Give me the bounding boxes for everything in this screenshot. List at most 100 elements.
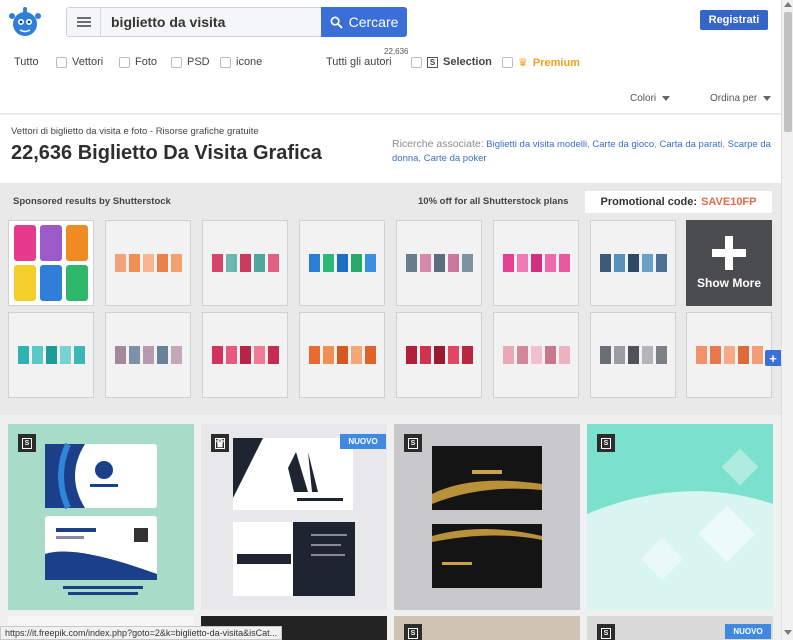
shutterstock-badge: S <box>404 434 422 452</box>
filter-photos[interactable]: Foto <box>119 56 157 68</box>
checkbox[interactable] <box>56 56 67 68</box>
sponsored-thumb[interactable] <box>202 312 288 398</box>
colors-dropdown[interactable]: Colori <box>630 93 671 104</box>
thumb-image <box>494 252 578 274</box>
result-card[interactable]: S <box>587 424 773 610</box>
filter-selection[interactable]: S Selection <box>411 56 492 68</box>
result-card[interactable]: S <box>8 424 194 610</box>
sponsored-thumb[interactable] <box>493 220 579 306</box>
show-more-label: Show More <box>696 276 761 290</box>
sponsored-thumb[interactable] <box>105 220 191 306</box>
sponsored-thumb[interactable] <box>8 220 94 306</box>
result-count-badge: 22,636 <box>384 47 409 56</box>
sponsored-thumb[interactable] <box>8 312 94 398</box>
checkbox[interactable] <box>119 56 130 68</box>
thumb-image <box>591 344 675 366</box>
search-input[interactable] <box>103 8 319 36</box>
related-searches: Ricerche associate: Biglietti da visita … <box>392 138 771 164</box>
result-card[interactable]: S <box>394 424 580 610</box>
thumb-image <box>687 344 771 366</box>
filter-bar: Tutto Vettori Foto PSD icone Tutti gli a… <box>0 44 781 114</box>
search-box: Cercare <box>66 7 407 37</box>
related-link[interactable]: Carte da gioco <box>592 139 654 150</box>
shutterstock-icon: S <box>601 437 611 449</box>
sponsored-thumb[interactable] <box>590 312 676 398</box>
scroll-up-arrow-icon[interactable] <box>784 2 792 7</box>
thumb-image <box>14 225 88 301</box>
filter-premium[interactable]: ♛ Premium <box>502 56 580 69</box>
thumb-image <box>203 252 287 274</box>
checkbox[interactable] <box>411 56 422 68</box>
checkbox[interactable] <box>220 56 231 68</box>
plus-icon <box>712 236 746 270</box>
result-card[interactable]: ♛ NUOVO <box>201 424 387 610</box>
sort-dropdown[interactable]: Ordina per <box>710 93 772 104</box>
thumb-image <box>106 344 190 366</box>
thumb-image <box>106 252 190 274</box>
search-button[interactable]: Cercare <box>321 7 407 37</box>
sponsored-thumb[interactable] <box>686 312 772 398</box>
sponsored-offer: 10% off for all Shutterstock plans <box>418 196 569 207</box>
sponsored-thumb[interactable] <box>202 220 288 306</box>
promo-box[interactable]: Promotional code: SAVE10FP <box>585 191 772 213</box>
sponsored-label: Sponsored results by Shutterstock <box>13 196 171 207</box>
thumb-image <box>591 252 675 274</box>
filter-photos-label: Foto <box>135 56 158 68</box>
promo-code: SAVE10FP <box>701 196 757 208</box>
filter-psd[interactable]: PSD <box>171 56 210 68</box>
menu-button[interactable] <box>67 8 101 36</box>
sponsored-thumb[interactable] <box>396 312 482 398</box>
thumb-image <box>300 252 384 274</box>
page-subtitle: Vettori di biglietto da visita e foto - … <box>11 126 259 137</box>
thumb-image <box>9 344 93 366</box>
result-card[interactable]: S NUOVO <box>587 616 773 640</box>
promo-label: Promotional code: <box>600 196 698 208</box>
sponsored-thumb[interactable] <box>396 220 482 306</box>
search-icon <box>330 16 343 29</box>
register-button[interactable]: Registrati <box>700 10 768 30</box>
scroll-thumb[interactable] <box>784 12 792 132</box>
hamburger-icon <box>76 21 91 23</box>
result-card[interactable]: S <box>394 616 580 640</box>
title-section: Vettori di biglietto da visita e foto - … <box>0 115 781 183</box>
shutterstock-badge: S <box>597 434 615 452</box>
premium-badge: ♛ <box>211 434 229 452</box>
filter-selection-label: Selection <box>443 56 492 68</box>
sponsored-thumb[interactable] <box>299 220 385 306</box>
freepik-logo[interactable] <box>8 5 42 37</box>
checkbox[interactable] <box>171 56 182 68</box>
thumb-image <box>300 344 384 366</box>
sponsored-thumb[interactable] <box>493 312 579 398</box>
related-link[interactable]: Carte da poker <box>424 153 487 164</box>
shutterstock-icon: S <box>408 627 418 639</box>
shutterstock-badge: S <box>18 434 36 452</box>
show-more-button[interactable]: Show More <box>686 220 772 306</box>
related-link[interactable]: Biglietti da visita modelli <box>486 139 587 150</box>
crown-icon: ♛ <box>215 437 225 450</box>
chevron-down-icon <box>763 96 772 101</box>
sponsored-thumb[interactable] <box>105 312 191 398</box>
thumb-image <box>397 344 481 366</box>
filter-all[interactable]: Tutto <box>14 56 39 68</box>
status-bar-url: https://it.freepik.com/index.php?goto=2&… <box>0 626 283 640</box>
filter-all-authors[interactable]: Tutti gli autori <box>326 56 392 68</box>
sponsored-thumb[interactable] <box>590 220 676 306</box>
page-title: 22,636 Biglietto Da Visita Grafica <box>11 142 322 164</box>
checkbox[interactable] <box>502 57 513 68</box>
shutterstock-icon: S <box>22 437 32 449</box>
crown-icon: ♛ <box>518 57 528 69</box>
side-plus-button[interactable]: + <box>765 350 781 366</box>
new-badge: NUOVO <box>340 434 386 449</box>
filter-vectors[interactable]: Vettori <box>56 56 103 68</box>
filter-vectors-label: Vettori <box>72 56 104 68</box>
vertical-scrollbar[interactable] <box>781 0 793 640</box>
related-link[interactable]: Carta da parati <box>659 139 722 150</box>
thumb-image <box>397 252 481 274</box>
sort-label: Ordina per <box>710 93 758 104</box>
filter-all-label: Tutto <box>14 56 39 68</box>
filter-icons-label: icone <box>236 56 263 68</box>
filter-icons[interactable]: icone <box>220 56 262 68</box>
scroll-down-arrow-icon[interactable] <box>784 630 792 635</box>
sponsored-thumb[interactable] <box>299 312 385 398</box>
header: Cercare Registrati <box>0 0 781 44</box>
